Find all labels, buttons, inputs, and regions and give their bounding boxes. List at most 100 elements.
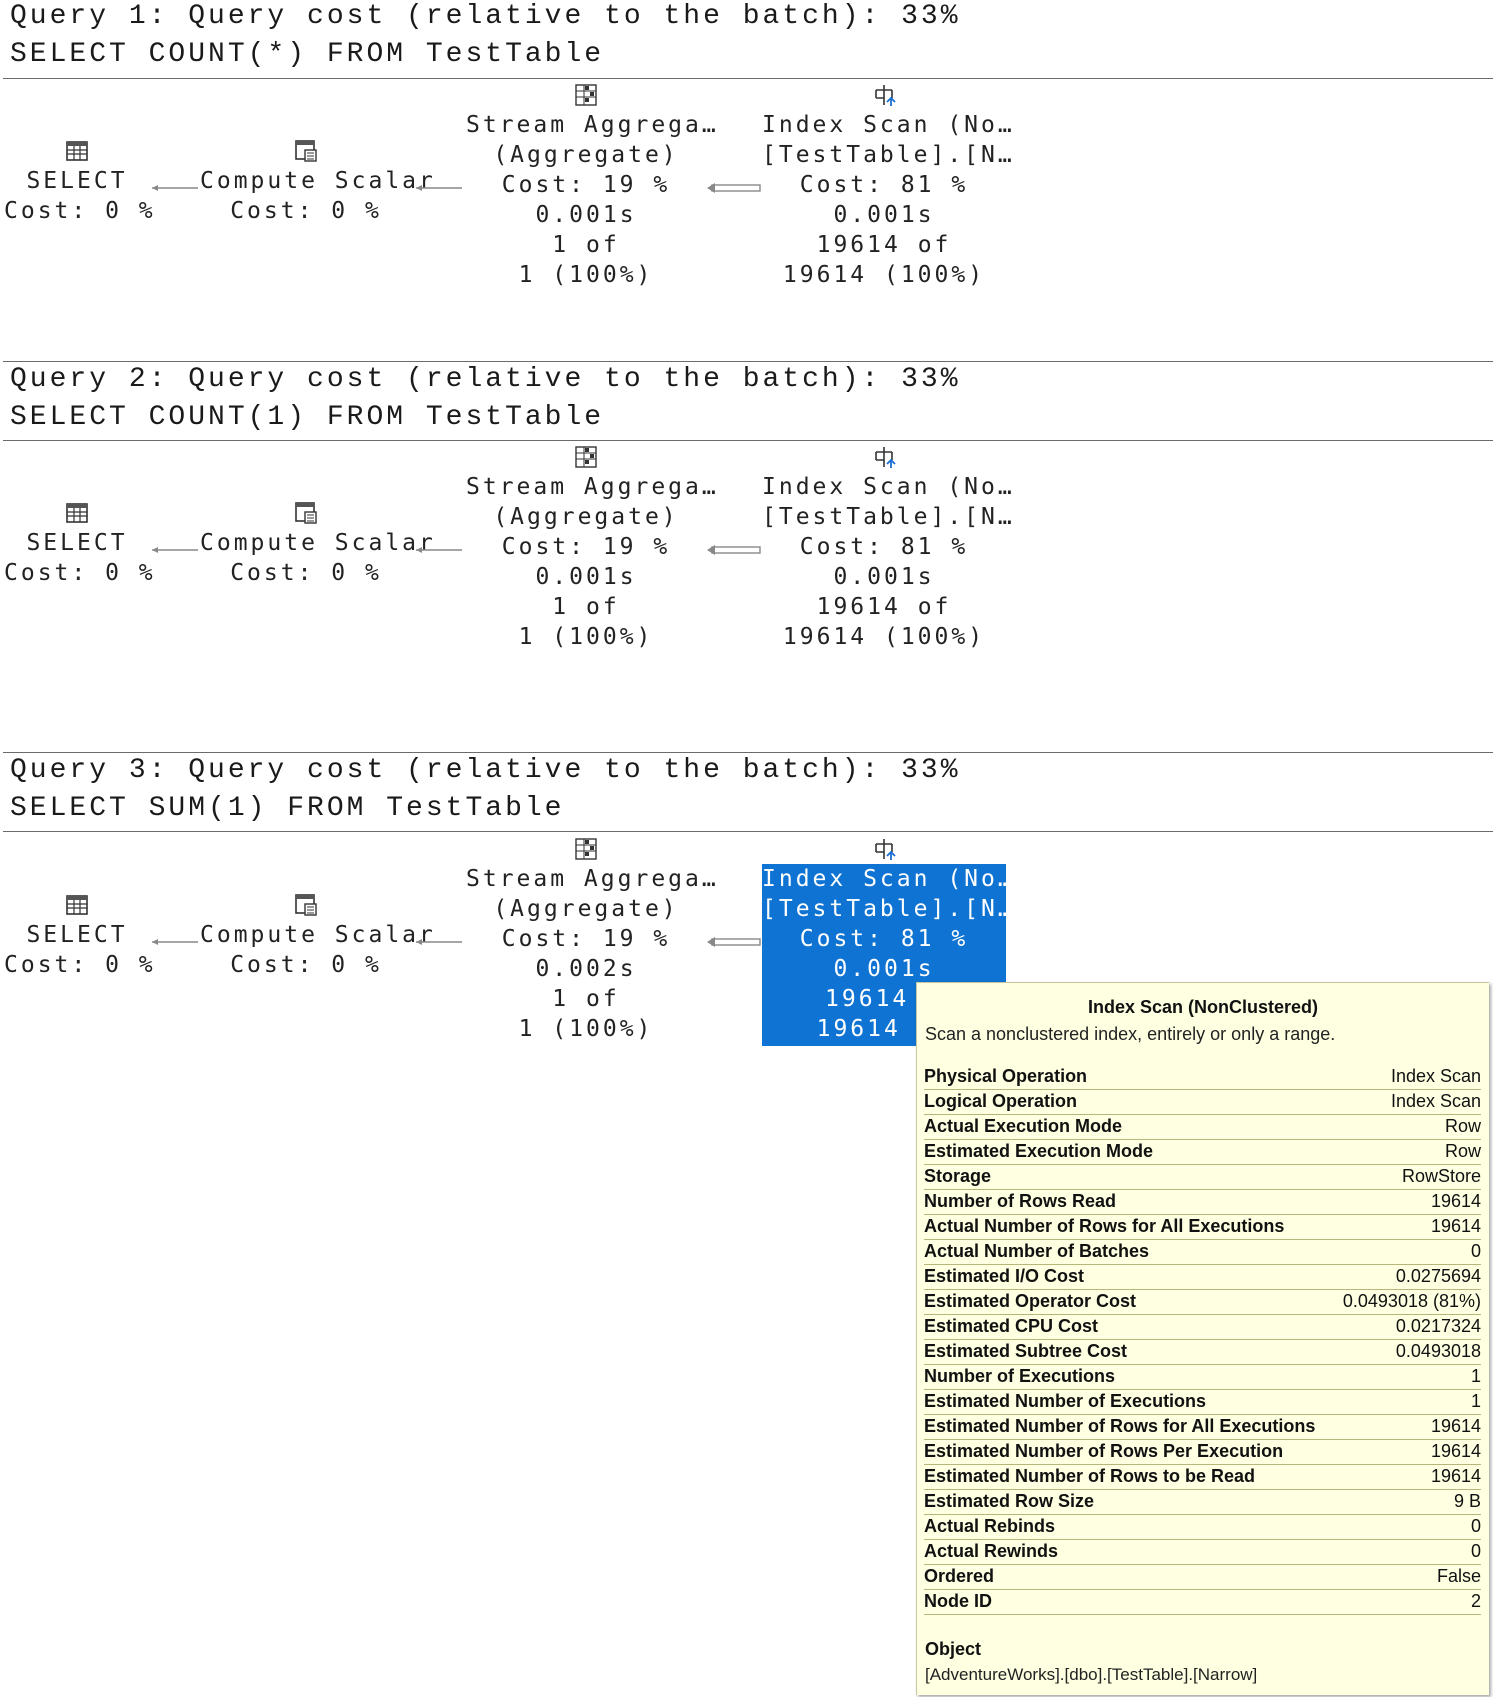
tooltip-property-value: Row — [1444, 1116, 1481, 1136]
tooltip-property-row: Node ID 2 — [924, 1590, 1481, 1615]
tooltip-property-row: Estimated CPU Cost 0.0217324 — [924, 1315, 1481, 1340]
select-label: SELECT — [26, 168, 128, 194]
compute-scalar-icon — [293, 892, 319, 918]
tooltip-property-value: RowStore — [1401, 1166, 1481, 1186]
tooltip-property-row: Estimated Number of Executions 1 — [924, 1390, 1481, 1415]
tooltip-property-value: 0 — [1470, 1541, 1481, 1561]
tooltip-property-row: Estimated Number of Rows Per Execution 19… — [924, 1440, 1481, 1465]
tooltip-property-value: Row — [1444, 1141, 1481, 1161]
plan1-arrow-compute-select — [152, 185, 198, 191]
plan3-arrow-stream-compute — [416, 939, 462, 945]
tooltip-property-row: Estimated Number of Rows to be Read 19614 — [924, 1465, 1481, 1490]
tooltip-object-value: [AdventureWorks].[dbo].[TestTable].[Narr… — [925, 1665, 1258, 1684]
stream-aggregate-cost: Cost: 19 % — [501, 926, 671, 952]
tooltip-property-value: 19614 — [1430, 1216, 1481, 1236]
tooltip-property-row: Actual Number of Batches 0 — [924, 1240, 1481, 1265]
tooltip-property-row: Actual Rewinds 0 — [924, 1540, 1481, 1565]
plan1-arrow-stream-compute — [416, 185, 462, 191]
tooltip-property-key: Number of Rows Read — [924, 1191, 1117, 1211]
tooltip-property-row: Estimated Subtree Cost 0.0493018 — [924, 1340, 1481, 1365]
tooltip-property-value: 2 — [1470, 1591, 1481, 1611]
index-scan-cost: Cost: 81 % — [799, 172, 969, 198]
plan3-arrow-compute-select — [152, 939, 198, 945]
stream-aggregate-rows-a: 1 of — [552, 232, 620, 258]
tooltip-property-key: Estimated Operator Cost — [924, 1291, 1137, 1311]
tooltip-property-value: 9 B — [1453, 1491, 1481, 1511]
select-cost: Cost: 0 % — [4, 198, 156, 224]
index-scan-subtitle: [TestTable].[N… — [762, 896, 1015, 922]
stream-aggregate-time: 0.001s — [535, 564, 637, 590]
tooltip-property-value: 1 — [1470, 1366, 1481, 1386]
select-icon — [64, 138, 90, 164]
plan2-compute-scalar-node[interactable]: Compute Scalar Cost: 0 % — [200, 500, 433, 588]
index-scan-icon — [871, 444, 897, 470]
query-2-header: Query 2: Query cost (relative to the bat… — [10, 364, 961, 395]
plan1-index-scan-node[interactable]: Index Scan (No… [TestTable].[N… Cost: 81… — [762, 82, 1015, 290]
plan3-stream-aggregate-node[interactable]: Stream Aggrega… (Aggregate) Cost: 19 % 0… — [466, 836, 719, 1044]
separator-top — [3, 78, 1493, 79]
separator-q2-bottom — [3, 440, 1493, 441]
tooltip-property-value: 0 — [1470, 1516, 1481, 1536]
compute-scalar-cost: Cost: 0 % — [230, 560, 382, 586]
index-scan-time: 0.001s — [833, 564, 935, 590]
tooltip-property-value: Index Scan — [1390, 1066, 1481, 1086]
tooltip-property-key: Estimated Number of Rows for All Executi… — [924, 1416, 1316, 1436]
plan1-compute-scalar-node[interactable]: Compute Scalar Cost: 0 % — [200, 138, 436, 226]
select-cost: Cost: 0 % — [4, 560, 156, 586]
stream-aggregate-label: Stream Aggrega… — [466, 474, 719, 500]
select-icon — [64, 892, 90, 918]
index-scan-cost: Cost: 81 % — [799, 534, 969, 560]
stream-aggregate-label: Stream Aggrega… — [466, 866, 719, 892]
index-scan-label: Index Scan (No… — [762, 866, 1015, 892]
index-scan-label: Index Scan (No… — [762, 474, 1015, 500]
separator-q3-bottom — [3, 831, 1493, 832]
stream-aggregate-subtitle: (Aggregate) — [493, 896, 679, 922]
plan3-index-scan-icon-wrap — [762, 836, 1006, 864]
index-scan-rows-b: 19614 (100%) — [782, 262, 986, 288]
plan3-select-node[interactable]: SELECT Cost: 0 % — [4, 892, 153, 980]
tooltip-property-key: Estimated Row Size — [924, 1491, 1095, 1511]
index-scan-subtitle: [TestTable].[N… — [762, 142, 1015, 168]
plan1-arrow-scan-stream — [707, 183, 761, 193]
compute-scalar-icon — [293, 138, 319, 164]
tooltip-property-key: Storage — [924, 1166, 992, 1186]
tooltip-property-key: Estimated Number of Executions — [924, 1391, 1207, 1411]
stream-aggregate-rows-a: 1 of — [552, 986, 620, 1012]
tooltip-property-key: Estimated Number of Rows Per Execution — [924, 1441, 1284, 1461]
index-scan-subtitle: [TestTable].[N… — [762, 504, 1015, 530]
tooltip-property-key: Logical Operation — [924, 1091, 1078, 1111]
tooltip-property-key: Physical Operation — [924, 1066, 1088, 1086]
tooltip-property-key: Ordered — [924, 1566, 995, 1586]
tooltip-description: Scan a nonclustered index, entirely or o… — [925, 1024, 1336, 1044]
plan2-index-scan-node[interactable]: Index Scan (No… [TestTable].[N… Cost: 81… — [762, 444, 1015, 652]
stream-aggregate-cost: Cost: 19 % — [501, 172, 671, 198]
plan2-select-node[interactable]: SELECT Cost: 0 % — [4, 500, 156, 588]
plan3-compute-scalar-node[interactable]: Compute Scalar Cost: 0 % — [200, 892, 433, 980]
plan2-stream-aggregate-node[interactable]: Stream Aggrega… (Aggregate) Cost: 19 % 0… — [466, 444, 719, 652]
tooltip-property-value: 1 — [1470, 1391, 1481, 1411]
tooltip-property-row: Number of Executions 1 — [924, 1365, 1481, 1390]
tooltip-property-row: Actual Execution Mode Row — [924, 1115, 1481, 1140]
tooltip-property-row: Estimated Operator Cost 0.0493018 (81%) — [924, 1290, 1481, 1315]
stream-aggregate-rows-b: 1 (100%) — [518, 1016, 654, 1042]
select-label: SELECT — [26, 530, 128, 556]
compute-scalar-label: Compute Scalar — [200, 168, 436, 194]
tooltip-property-row: Actual Number of Rows for All Executions… — [924, 1215, 1481, 1240]
select-icon — [64, 500, 90, 526]
plan1-select-node[interactable]: SELECT Cost: 0 % — [4, 138, 156, 226]
tooltip-property-value: 0.0493018 — [1395, 1341, 1481, 1361]
plan1-stream-aggregate-node[interactable]: Stream Aggrega… (Aggregate) Cost: 19 % 0… — [466, 82, 716, 290]
stream-aggregate-time: 0.001s — [535, 202, 637, 228]
query-2-sql: SELECT COUNT(1) FROM TestTable — [10, 402, 605, 433]
tooltip-property-key: Estimated Execution Mode — [924, 1141, 1154, 1161]
tooltip-property-value: 0 — [1470, 1241, 1481, 1261]
tooltip-property-row: Estimated I/O Cost 0.0275694 — [924, 1265, 1481, 1290]
plan2-arrow-stream-compute — [416, 547, 462, 553]
stream-aggregate-rows-b: 1 (100%) — [518, 262, 654, 288]
tooltip-property-value: 19614 — [1430, 1416, 1481, 1436]
tooltip-property-row: Estimated Number of Rows for All Executi… — [924, 1415, 1481, 1440]
index-scan-cost: Cost: 81 % — [799, 926, 969, 952]
tooltip-property-value: 19614 — [1430, 1466, 1481, 1486]
tooltip-property-row: Storage RowStore — [924, 1165, 1481, 1190]
tooltip-property-value: 0.0493018 (81%) — [1342, 1291, 1481, 1311]
